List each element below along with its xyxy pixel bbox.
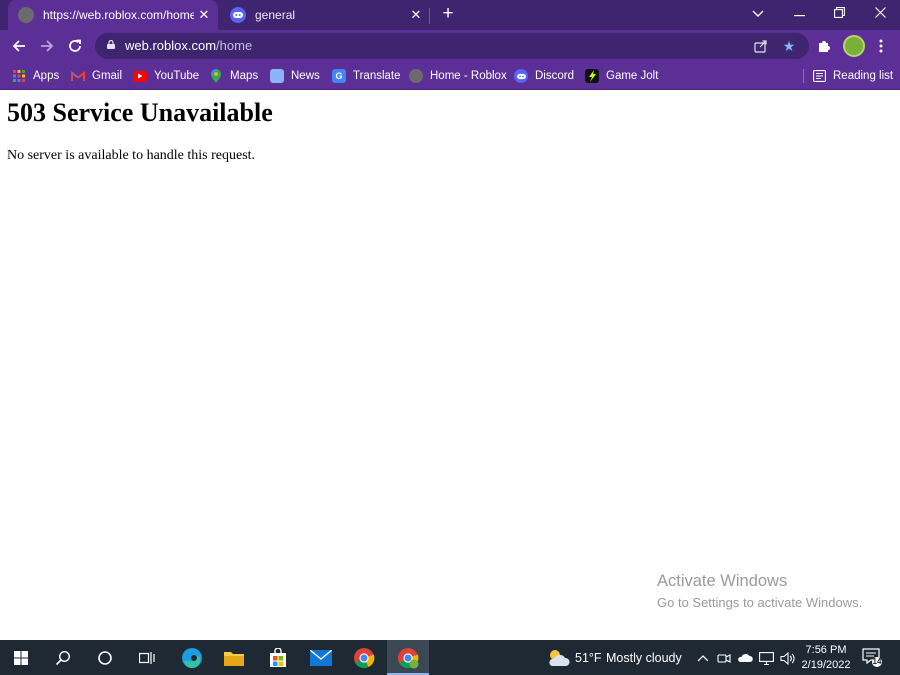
- chrome-icon[interactable]: [351, 645, 377, 671]
- bookmark-youtube[interactable]: YouTube: [133, 67, 199, 85]
- error-message: No server is available to handle this re…: [7, 148, 256, 163]
- system-clock[interactable]: 7:56 PM 2/19/2022: [800, 643, 852, 673]
- bookmark-maps[interactable]: Maps: [209, 67, 258, 85]
- close-tab-icon[interactable]: ✕: [194, 7, 214, 23]
- forward-arrow-icon[interactable]: [35, 34, 59, 58]
- gamejolt-icon: [585, 69, 599, 83]
- notification-count: 14: [872, 657, 882, 666]
- bookmark-label: Apps: [33, 70, 60, 82]
- bookmark-news[interactable]: News: [270, 67, 320, 85]
- mail-icon[interactable]: [308, 645, 334, 671]
- bookmark-label: YouTube: [154, 70, 200, 82]
- tab-discord-general[interactable]: general ✕: [220, 0, 430, 30]
- browser-toolbar: web.roblox.com/home ★: [0, 30, 900, 62]
- bookmark-apps[interactable]: Apps: [12, 67, 59, 85]
- back-arrow-icon[interactable]: [7, 34, 31, 58]
- reading-list-button[interactable]: Reading list: [812, 67, 893, 85]
- windows-start-icon[interactable]: [8, 645, 34, 671]
- maps-icon: [209, 69, 223, 83]
- volume-icon[interactable]: [774, 645, 800, 671]
- tab-search-chevron-icon[interactable]: [745, 2, 771, 26]
- edge-browser-icon[interactable]: [179, 645, 205, 671]
- chrome-profile-icon[interactable]: [395, 645, 421, 671]
- gmail-icon: [71, 69, 85, 83]
- bookmark-discord[interactable]: Discord: [514, 67, 574, 85]
- tab-title: https://web.roblox.com/home: [43, 8, 194, 22]
- profile-avatar[interactable]: [843, 35, 865, 57]
- tab-strip: https://web.roblox.com/home ✕ general ✕ …: [0, 0, 900, 30]
- translate-icon: G: [332, 69, 346, 83]
- clock-date: 2/19/2022: [801, 659, 851, 671]
- bookmark-label: Translate: [353, 70, 401, 82]
- weather-condition[interactable]: Mostly cloudy: [606, 651, 682, 665]
- bookmark-label: Discord: [535, 70, 574, 82]
- address-bar[interactable]: web.roblox.com/home ★: [95, 33, 809, 59]
- share-icon[interactable]: [752, 37, 770, 55]
- bookmark-label: Game Jolt: [606, 70, 659, 82]
- url-host: web.roblox.com: [125, 38, 217, 53]
- menu-kebab-icon[interactable]: [870, 35, 892, 57]
- microsoft-store-icon[interactable]: [265, 645, 291, 671]
- extensions-puzzle-icon[interactable]: [813, 35, 835, 57]
- new-tab-button[interactable]: +: [437, 3, 459, 25]
- bookmark-gmail[interactable]: Gmail: [71, 67, 122, 85]
- reload-icon[interactable]: [63, 34, 87, 58]
- roblox-icon: [409, 69, 423, 83]
- weather-temp[interactable]: 51°F: [575, 651, 602, 665]
- bookmark-game-jolt[interactable]: Game Jolt: [585, 67, 658, 85]
- clock-time: 7:56 PM: [805, 644, 847, 656]
- bookmarks-divider: [803, 69, 804, 83]
- discord-favicon-icon: [230, 7, 246, 23]
- watermark-title: Activate Windows: [657, 572, 788, 590]
- minimize-button[interactable]: [786, 2, 812, 26]
- notification-center-icon[interactable]: 14: [862, 647, 882, 667]
- reading-list-label: Reading list: [833, 70, 894, 82]
- tab-roblox-home[interactable]: https://web.roblox.com/home ✕: [8, 0, 218, 30]
- bookmark-translate[interactable]: G Translate: [332, 67, 401, 85]
- windows-taskbar: 51°F Mostly cloudy 7:56 PM 2/19/2022 14: [0, 640, 900, 675]
- bookmark-label: Home - Roblox: [430, 70, 507, 82]
- close-window-button[interactable]: [867, 2, 893, 26]
- lock-icon[interactable]: [107, 40, 115, 49]
- apps-grid-icon: [12, 69, 26, 83]
- reading-list-icon: [812, 69, 826, 83]
- page-title: 503 Service Unavailable: [7, 98, 273, 127]
- tab-divider: [429, 8, 430, 24]
- bookmark-label: News: [291, 70, 320, 82]
- bookmark-label: Maps: [230, 70, 259, 82]
- bookmark-star-icon[interactable]: ★: [780, 37, 798, 55]
- close-tab-icon[interactable]: ✕: [406, 7, 426, 23]
- watermark-subtitle: Go to Settings to activate Windows.: [657, 595, 863, 610]
- roblox-favicon-icon: [18, 7, 34, 23]
- bookmark-home-roblox[interactable]: Home - Roblox: [409, 67, 507, 85]
- youtube-icon: [133, 70, 147, 82]
- search-icon[interactable]: [50, 645, 76, 671]
- news-icon: [270, 69, 284, 83]
- cortana-icon[interactable]: [92, 645, 118, 671]
- file-explorer-icon[interactable]: [221, 645, 247, 671]
- activate-windows-watermark: Activate Windows Go to Settings to activ…: [657, 572, 862, 610]
- url-path: /home: [216, 38, 253, 53]
- weather-cloud-icon[interactable]: [545, 645, 571, 671]
- tab-title: general: [255, 8, 296, 22]
- bookmark-label: Gmail: [92, 70, 123, 82]
- task-view-icon[interactable]: [134, 645, 160, 671]
- discord-icon: [514, 69, 528, 83]
- url-text[interactable]: web.roblox.com/home: [125, 38, 252, 53]
- bookmarks-bar: Apps Gmail YouTube Maps News G Translate…: [0, 62, 900, 90]
- restore-button[interactable]: [826, 2, 852, 26]
